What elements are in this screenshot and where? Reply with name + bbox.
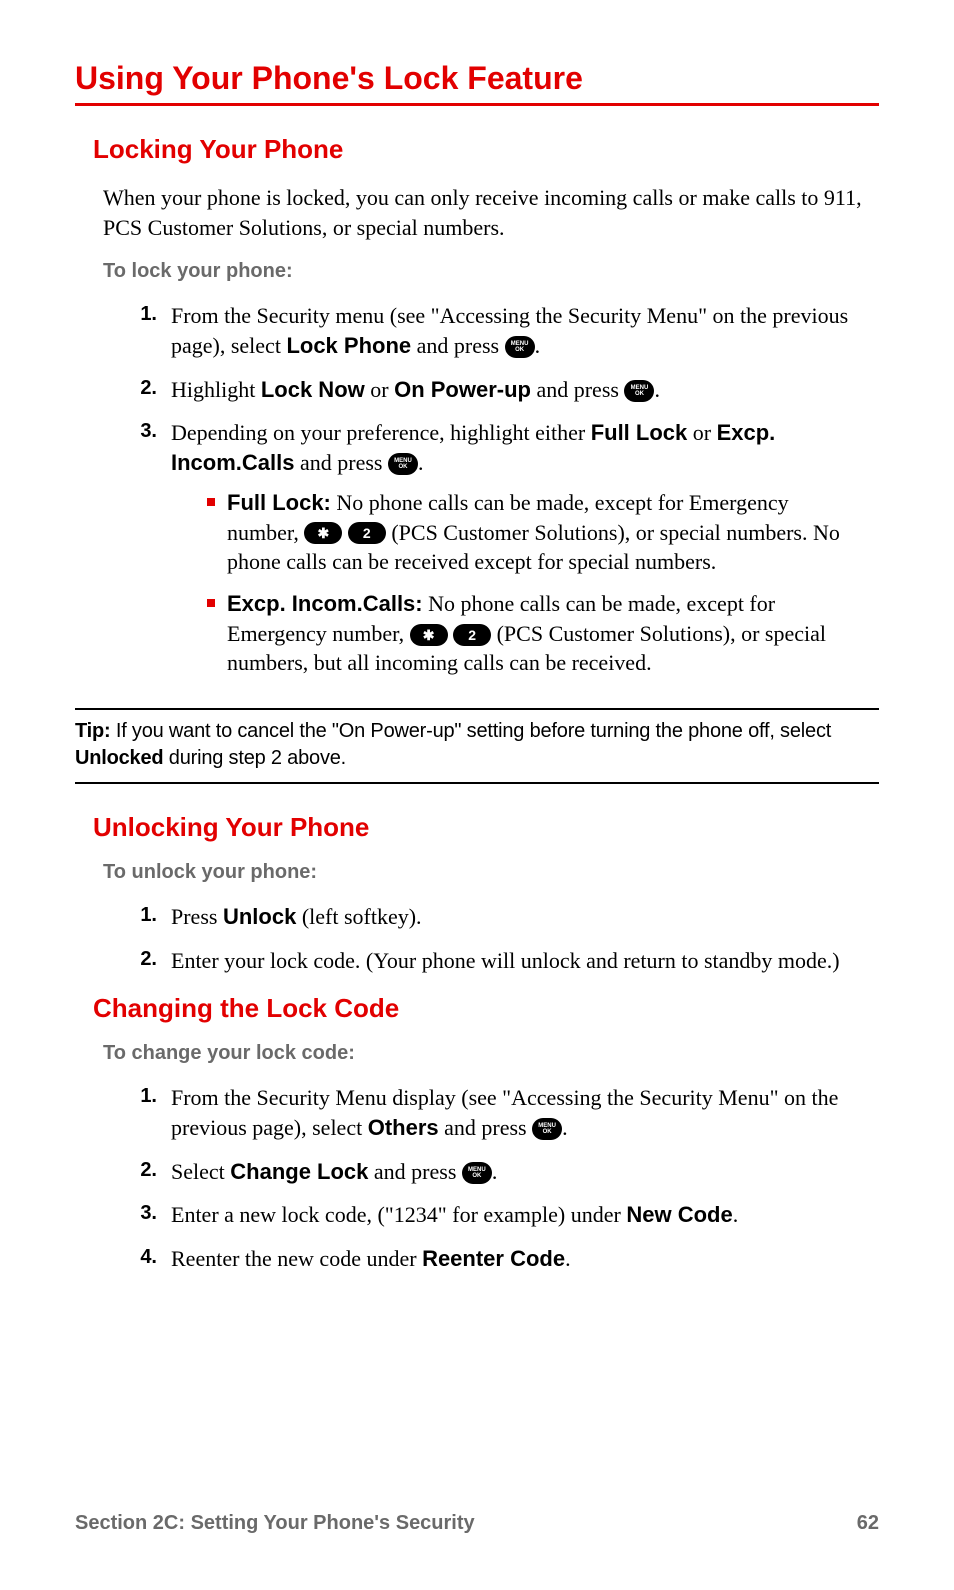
locking-steps: 1. From the Security menu (see "Accessin… <box>133 301 849 690</box>
changing-steps: 1. From the Security Menu display (see "… <box>133 1083 849 1273</box>
menu-ok-icon: MENUOK <box>462 1162 492 1184</box>
step-number: 1. <box>133 301 171 326</box>
bullet-icon <box>207 599 215 607</box>
star-key-icon: ✱ <box>410 624 448 646</box>
menu-ok-icon: MENUOK <box>388 453 418 475</box>
unlocking-step-2: 2. Enter your lock code. (Your phone wil… <box>133 946 849 976</box>
step-body: Reenter the new code under Reenter Code. <box>171 1244 849 1274</box>
changing-step-2: 2. Select Change Lock and press MENUOK. <box>133 1157 849 1187</box>
bullet-excp-incom: Excp. Incom.Calls: No phone calls can be… <box>207 589 849 678</box>
locking-instr: To lock your phone: <box>103 260 879 283</box>
tip-box: Tip: If you want to cancel the "On Power… <box>75 708 879 784</box>
locking-bullets: Full Lock: No phone calls can be made, e… <box>207 488 849 678</box>
step-body: Highlight Lock Now or On Power-up and pr… <box>171 375 849 405</box>
step-body: From the Security Menu display (see "Acc… <box>171 1083 849 1142</box>
locking-step-2: 2. Highlight Lock Now or On Power-up and… <box>133 375 849 405</box>
step-number: 1. <box>133 902 171 927</box>
bullet-icon <box>207 498 215 506</box>
step-number: 2. <box>133 1157 171 1182</box>
page-title: Using Your Phone's Lock Feature <box>75 60 879 106</box>
menu-ok-icon: MENUOK <box>624 380 654 402</box>
locking-step-3: 3. Depending on your preference, highlig… <box>133 418 849 690</box>
unlocking-steps: 1. Press Unlock (left softkey). 2. Enter… <box>133 902 849 975</box>
menu-ok-icon: MENUOK <box>505 336 535 358</box>
step-number: 2. <box>133 375 171 400</box>
heading-unlocking: Unlocking Your Phone <box>93 812 879 843</box>
step-number: 2. <box>133 946 171 971</box>
step-body: Enter your lock code. (Your phone will u… <box>171 946 849 976</box>
unlocking-step-1: 1. Press Unlock (left softkey). <box>133 902 849 932</box>
two-key-icon: 2 <box>348 522 386 544</box>
changing-step-1: 1. From the Security Menu display (see "… <box>133 1083 849 1142</box>
changing-instr: To change your lock code: <box>103 1042 879 1065</box>
footer-section: Section 2C: Setting Your Phone's Securit… <box>75 1512 475 1535</box>
footer-page-number: 62 <box>857 1512 879 1535</box>
bullet-full-lock: Full Lock: No phone calls can be made, e… <box>207 488 849 577</box>
step-number: 1. <box>133 1083 171 1108</box>
step-body: From the Security menu (see "Accessing t… <box>171 301 849 360</box>
step-body: Press Unlock (left softkey). <box>171 902 849 932</box>
locking-intro: When your phone is locked, you can only … <box>103 183 879 242</box>
two-key-icon: 2 <box>453 624 491 646</box>
step-body: Enter a new lock code, ("1234" for examp… <box>171 1200 849 1230</box>
step-number: 3. <box>133 418 171 443</box>
star-key-icon: ✱ <box>304 522 342 544</box>
changing-step-4: 4. Reenter the new code under Reenter Co… <box>133 1244 849 1274</box>
step-number: 4. <box>133 1244 171 1269</box>
page-footer: Section 2C: Setting Your Phone's Securit… <box>75 1512 879 1535</box>
changing-step-3: 3. Enter a new lock code, ("1234" for ex… <box>133 1200 849 1230</box>
heading-locking: Locking Your Phone <box>93 134 879 165</box>
step-body: Select Change Lock and press MENUOK. <box>171 1157 849 1187</box>
step-number: 3. <box>133 1200 171 1225</box>
menu-ok-icon: MENUOK <box>532 1118 562 1140</box>
unlocking-instr: To unlock your phone: <box>103 861 879 884</box>
locking-step-1: 1. From the Security menu (see "Accessin… <box>133 301 849 360</box>
tip-label: Tip: <box>75 720 111 742</box>
step-body: Depending on your preference, highlight … <box>171 418 849 690</box>
heading-changing: Changing the Lock Code <box>93 993 879 1024</box>
